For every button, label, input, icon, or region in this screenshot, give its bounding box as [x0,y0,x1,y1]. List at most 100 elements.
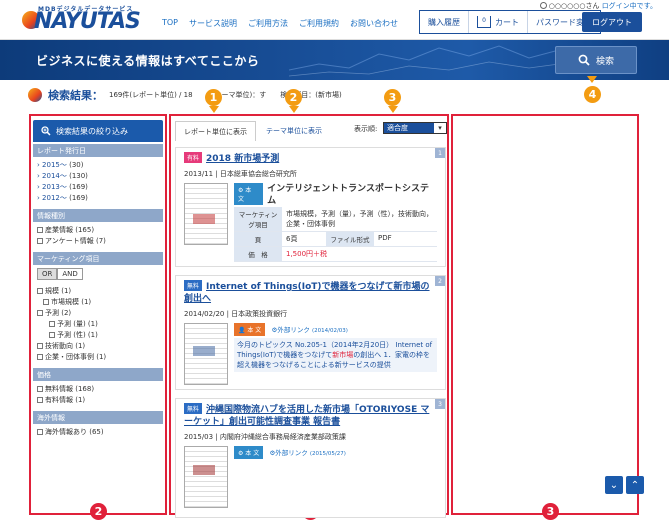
detail-label: マーケティング項目 [234,207,282,231]
checkbox[interactable] [37,386,43,392]
nav-usage[interactable]: ご利用方法 [248,18,288,29]
detail-value: 市場規模，予測（量），予測（性），技術動向，企業・団体事例 [286,210,433,228]
logo[interactable]: NAYUTAS [34,9,141,34]
marketing-item[interactable]: 予測 (量) (1) [37,319,159,330]
type-item[interactable]: アンケート情報 (7) [37,236,159,247]
year-item[interactable]: › 2012〜 (169) [37,193,159,204]
report-thumbnail[interactable] [184,183,228,245]
result-card: 3 無料 沖縄国際物流ハブを活用した新市場「OTORIYOSE マーケット」創出可… [175,398,446,518]
detail-link-row: 👤 本 文 ⚙外部リンク (2014/02/03) [234,323,437,336]
card-detail: ⚙ 本 文 ⚙外部リンク (2015/05/27) [234,446,437,508]
detail-link-row: ⚙ 本 文 ⚙外部リンク (2015/05/27) [234,446,437,459]
or-button[interactable]: OR [37,268,58,280]
nav-contact[interactable]: お問い合わせ [350,18,398,29]
marketing-item[interactable]: 規模 (1) [37,286,159,297]
section-year: レポート発行日 [33,144,163,157]
checkbox[interactable] [37,343,43,349]
detail-row: マーケティング項目 市場規模，予測（量），予測（性），技術動向，企業・団体事例 [234,207,437,232]
annotation-red-3: 3 [542,503,559,520]
snippet-highlight: 新市場 [332,351,354,359]
annotation-red-2: 2 [90,503,107,520]
checkbox[interactable] [37,288,43,294]
search-button-label: 検索 [595,56,614,67]
user-icon [539,2,547,9]
free-badge: 無料 [184,280,203,291]
external-link-date: (2014/02/03) [311,328,348,334]
card-title[interactable]: 沖縄国際物流ハブを活用した新市場「OTORIYOSE マーケット」創出可能性調査… [184,405,429,427]
detail-label: 価 格 [234,247,282,261]
body-tag[interactable]: 👤 本 文 [234,323,266,336]
external-link[interactable]: ⚙外部リンク (2014/02/03) [272,326,348,334]
card-title[interactable]: Internet of Things(IoT)で機器をつなげて新市場の創出へ [184,282,430,304]
overseas-item[interactable]: 海外情報あり (65) [37,427,159,438]
tab-theme-unit[interactable]: テーマ単位に表示 [258,121,330,141]
results-list: 1 有料 2018 新市場予測 2013/11 | 日本総車協会総合研究所 ⚙ 本… [175,147,446,526]
cart-button[interactable]: 0 カート [469,11,528,33]
marketing-item[interactable]: 技術動向 (1) [37,341,159,352]
type-item[interactable]: 産業情報 (165) [37,225,159,236]
body-tag[interactable]: ⚙ 本 文 [234,183,264,205]
annotation-arrow [209,106,219,113]
filter-header[interactable]: 検索結果の絞り込み [33,120,163,142]
checkbox[interactable] [49,321,55,327]
scroll-down-icon[interactable]: ⌄ [605,476,623,494]
report-thumbnail[interactable] [184,323,228,385]
result-card: 2 無料 Internet of Things(IoT)で機器をつなげて新市場の創… [175,275,446,390]
account-buttons: 購入履歴 0 カート パスワード変更 [419,10,601,34]
card-body: ⚙ 本 文 ⚙外部リンク (2015/05/27) [184,446,437,508]
price-item[interactable]: 無料情報 (168) [37,384,159,395]
card-title[interactable]: 2018 新市場予測 [206,154,279,164]
checkbox[interactable] [43,299,49,305]
marketing-label: 予測 (2) [45,309,72,317]
nav-top[interactable]: TOP [162,18,178,29]
marketing-label: 規模 (1) [45,287,72,295]
checkbox[interactable] [37,429,43,435]
year-item[interactable]: › 2014〜 (130) [37,171,159,182]
external-link-label: 外部リンク [277,326,310,334]
result-card: 1 有料 2018 新市場予測 2013/11 | 日本総車協会総合研究所 ⚙ 本… [175,147,446,267]
marketing-item[interactable]: 市場規模 (1) [37,297,159,308]
checkbox[interactable] [49,332,55,338]
body-tag-label: 本 文 [245,450,260,457]
card-body: ⚙ 本 文 インテリジェントトランスポートシステム マーケティング項目 市場規模… [184,183,437,262]
price-item[interactable]: 有料情報 (1) [37,395,159,406]
external-link[interactable]: ⚙外部リンク (2015/05/27) [269,449,345,457]
results-logo-icon [28,88,42,102]
card-date: 2014/02/20 | 日本政策投資銀行 [184,310,288,318]
detail-label: ファイル形式 [326,232,374,246]
chapter-title[interactable]: インテリジェントトランスポートシステム [267,183,437,207]
detail-row: 価 格 1,500円＋税 [234,247,437,262]
sort-label: 表示順: [354,125,378,133]
card-number: 3 [435,399,445,409]
sort-select[interactable]: 適合度 ▾ [383,122,447,134]
annotation-orange-4: 4 [584,86,601,103]
snippet: 今月のトピックス No.205-1（2014年2月20日） Internet o… [234,338,437,372]
nav-service[interactable]: サービス説明 [189,18,237,29]
logout-button[interactable]: ログアウト [582,12,642,32]
tab-report-unit[interactable]: レポート単位に表示 [175,121,256,141]
year-item[interactable]: › 2013〜 (169) [37,182,159,193]
zoom-filter-icon [41,126,51,136]
type-count: (7) [95,237,106,245]
nav-terms[interactable]: ご利用規約 [299,18,339,29]
marketing-item[interactable]: 予測 (性) (1) [37,330,159,341]
purchase-history-button[interactable]: 購入履歴 [420,11,469,33]
marketing-item[interactable]: 予測 (2) [37,308,159,319]
checkbox[interactable] [37,227,43,233]
checkbox[interactable] [37,354,43,360]
marketing-item[interactable]: 企業・団体事例 (1) [37,352,159,363]
checkbox[interactable] [37,238,43,244]
top-bar: MDBデジタルデータサービス NAYUTAS TOP サービス説明 ご利用方法 … [0,0,669,40]
body-tag-label: 本 文 [247,327,262,334]
annotation-orange-3: 3 [384,89,401,106]
body-tag[interactable]: ⚙ 本 文 [234,446,264,459]
and-button[interactable]: AND [57,268,83,280]
checkbox[interactable] [37,310,43,316]
card-detail: ⚙ 本 文 インテリジェントトランスポートシステム マーケティング項目 市場規模… [234,183,437,262]
scroll-up-icon[interactable]: ⌃ [626,476,644,494]
search-button[interactable]: 検索 [555,46,637,74]
annotation-arrow [388,106,398,113]
checkbox[interactable] [37,397,43,403]
report-thumbnail[interactable] [184,446,228,508]
year-item[interactable]: › 2015〜 (30) [37,160,159,171]
